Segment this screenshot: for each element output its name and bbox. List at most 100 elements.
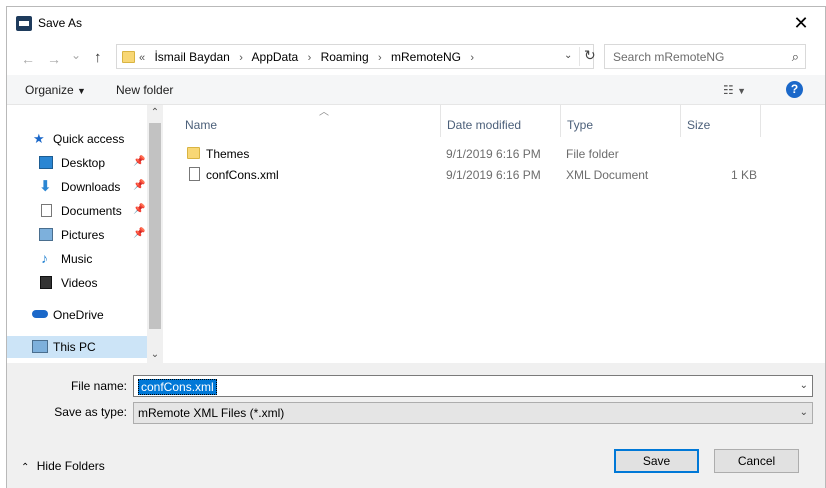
file-name: confCons.xml xyxy=(206,168,279,182)
sort-ascending-icon: ︿ xyxy=(319,107,329,118)
search-icon: ⌕ xyxy=(791,49,799,64)
file-date: 9/1/2019 6:16 PM xyxy=(446,147,541,161)
sidebar-item-label: Music xyxy=(61,252,93,266)
sidebar-item-label: Downloads xyxy=(61,180,121,194)
recent-locations-chevron-icon[interactable]: ⌄ xyxy=(71,48,81,62)
hide-folders-label: Hide Folders xyxy=(36,459,105,473)
sidebar-item-label: Pictures xyxy=(61,228,105,242)
address-bar[interactable]: « İsmail Baydan › AppData › Roaming › mR… xyxy=(116,44,596,69)
cloud-icon xyxy=(32,310,48,318)
sidebar-item-label: OneDrive xyxy=(53,308,104,322)
scroll-up-icon[interactable]: ⌃ xyxy=(147,105,163,121)
save-as-type-value: mRemote XML Files (*.xml) xyxy=(138,406,285,420)
scrollbar-thumb[interactable] xyxy=(149,123,161,329)
hide-folders-button[interactable]: ⌃ Hide Folders xyxy=(21,459,105,473)
change-view-icon[interactable]: ☷ ▼ xyxy=(723,83,746,97)
close-button[interactable]: ✕ xyxy=(789,11,813,35)
sidebar-item-this-pc[interactable]: This PC xyxy=(7,336,147,358)
chevron-up-icon: ⌃ xyxy=(21,462,30,473)
help-icon[interactable]: ? xyxy=(786,81,803,98)
breadcrumb-separator-icon[interactable]: › xyxy=(308,52,312,64)
sidebar-item-label: Documents xyxy=(61,204,122,218)
file-size: 1 KB xyxy=(731,168,758,182)
sidebar-item-music[interactable]: ♪ Music xyxy=(7,248,147,270)
save-button[interactable]: Save xyxy=(614,449,699,473)
title-bar[interactable]: Save As ✕ xyxy=(7,7,825,39)
folder-icon xyxy=(122,51,135,63)
breadcrumb-item[interactable]: mRemoteNG xyxy=(391,50,461,64)
refresh-icon[interactable]: ↻ xyxy=(579,47,596,66)
file-name-input[interactable]: confCons.xml xyxy=(138,379,217,395)
file-row[interactable]: Themes 9/1/2019 6:16 PM File folder xyxy=(165,143,765,164)
organize-label: Organize xyxy=(25,83,74,97)
chevron-down-icon[interactable]: ⌄ xyxy=(800,380,808,391)
video-icon xyxy=(40,276,52,289)
column-header-size[interactable]: Size xyxy=(681,105,761,137)
document-icon xyxy=(41,204,52,217)
sidebar-item-label: Desktop xyxy=(61,156,106,170)
column-header-label: Name xyxy=(185,118,218,132)
chevron-down-icon: ⌄ xyxy=(799,407,808,418)
cancel-button[interactable]: Cancel xyxy=(714,449,799,473)
pin-icon: 📌 xyxy=(133,228,146,239)
forward-button[interactable]: → xyxy=(47,51,61,67)
breadcrumb-item[interactable]: İsmail Baydan xyxy=(154,50,229,64)
file-name-field[interactable]: confCons.xml ⌄ xyxy=(133,375,813,397)
pin-icon: 📌 xyxy=(133,156,146,167)
breadcrumb-separator-icon[interactable]: › xyxy=(239,52,243,64)
file-date: 9/1/2019 6:16 PM xyxy=(446,168,541,182)
file-name-label: File name: xyxy=(70,379,127,393)
scroll-down-icon[interactable]: ⌄ xyxy=(147,347,163,363)
file-row[interactable]: confCons.xml 9/1/2019 6:16 PM XML Docume… xyxy=(165,164,765,185)
column-header-label: Size xyxy=(687,118,711,132)
breadcrumb-item[interactable]: Roaming xyxy=(321,50,369,64)
sidebar-item-desktop[interactable]: Desktop 📌 xyxy=(7,152,147,174)
file-list: Name ︿ Date modified Type Size Themes 9/… xyxy=(165,105,825,363)
music-icon: ♪ xyxy=(41,250,48,266)
back-button[interactable]: ← xyxy=(21,51,35,67)
sidebar-item-documents[interactable]: Documents 📌 xyxy=(7,200,147,222)
xml-file-icon xyxy=(189,167,200,181)
breadcrumb-separator-icon[interactable]: › xyxy=(470,52,474,64)
command-bar: Organize ▼ New folder ☷ ▼ ? xyxy=(7,75,825,105)
navigation-scrollbar[interactable]: ⌃ ⌄ xyxy=(147,105,163,363)
sidebar-item-label: Quick access xyxy=(53,132,125,146)
file-type: File folder xyxy=(566,147,619,161)
picture-icon xyxy=(39,228,53,241)
save-as-type-label: Save as type: xyxy=(54,405,127,419)
column-header-type[interactable]: Type xyxy=(561,105,681,137)
breadcrumb-overflow[interactable]: « xyxy=(139,52,145,64)
sidebar-item-downloads[interactable]: ⬇ Downloads 📌 xyxy=(7,176,147,198)
navigation-pane: ★ Quick access Desktop 📌 ⬇ Downloads 📌 D… xyxy=(7,105,163,363)
computer-icon xyxy=(32,340,48,353)
column-header-label: Date modified xyxy=(447,118,522,132)
chevron-down-icon: ▼ xyxy=(77,86,86,96)
sidebar-item-label: Videos xyxy=(61,276,98,290)
star-icon: ★ xyxy=(33,131,45,146)
download-icon: ⬇ xyxy=(39,178,52,195)
breadcrumb: « İsmail Baydan › AppData › Roaming › mR… xyxy=(139,50,480,64)
sidebar-item-quick-access[interactable]: ★ Quick access xyxy=(7,128,147,150)
pin-icon: 📌 xyxy=(133,180,146,191)
search-input[interactable]: Search mRemoteNG xyxy=(613,50,724,64)
column-header-name[interactable]: Name ︿ xyxy=(179,105,441,137)
save-as-type-select[interactable]: mRemote XML Files (*.xml) ⌄ xyxy=(133,402,813,424)
column-header-date-modified[interactable]: Date modified xyxy=(441,105,561,137)
desktop-icon xyxy=(39,156,53,169)
breadcrumb-separator-icon[interactable]: › xyxy=(378,52,382,64)
search-box[interactable]: Search mRemoteNG ⌕ xyxy=(604,44,806,69)
mremoteng-app-icon xyxy=(16,16,32,31)
sidebar-item-pictures[interactable]: Pictures 📌 xyxy=(7,224,147,246)
column-header-label: Type xyxy=(567,118,594,132)
save-as-dialog: Save As ✕ ← → ⌄ ↑ « İsmail Baydan › AppD… xyxy=(6,6,826,488)
new-folder-button[interactable]: New folder xyxy=(116,83,173,97)
folder-icon xyxy=(187,147,200,159)
file-type: XML Document xyxy=(566,168,649,182)
organize-button[interactable]: Organize ▼ xyxy=(25,83,86,97)
breadcrumb-item[interactable]: AppData xyxy=(252,50,299,64)
up-button[interactable]: ↑ xyxy=(94,49,102,66)
sidebar-item-onedrive[interactable]: OneDrive xyxy=(7,304,147,326)
address-dropdown-chevron-icon[interactable]: ⌄ xyxy=(564,50,572,61)
save-options-panel: File name: confCons.xml ⌄ Save as type: … xyxy=(7,363,825,488)
sidebar-item-videos[interactable]: Videos xyxy=(7,272,147,294)
